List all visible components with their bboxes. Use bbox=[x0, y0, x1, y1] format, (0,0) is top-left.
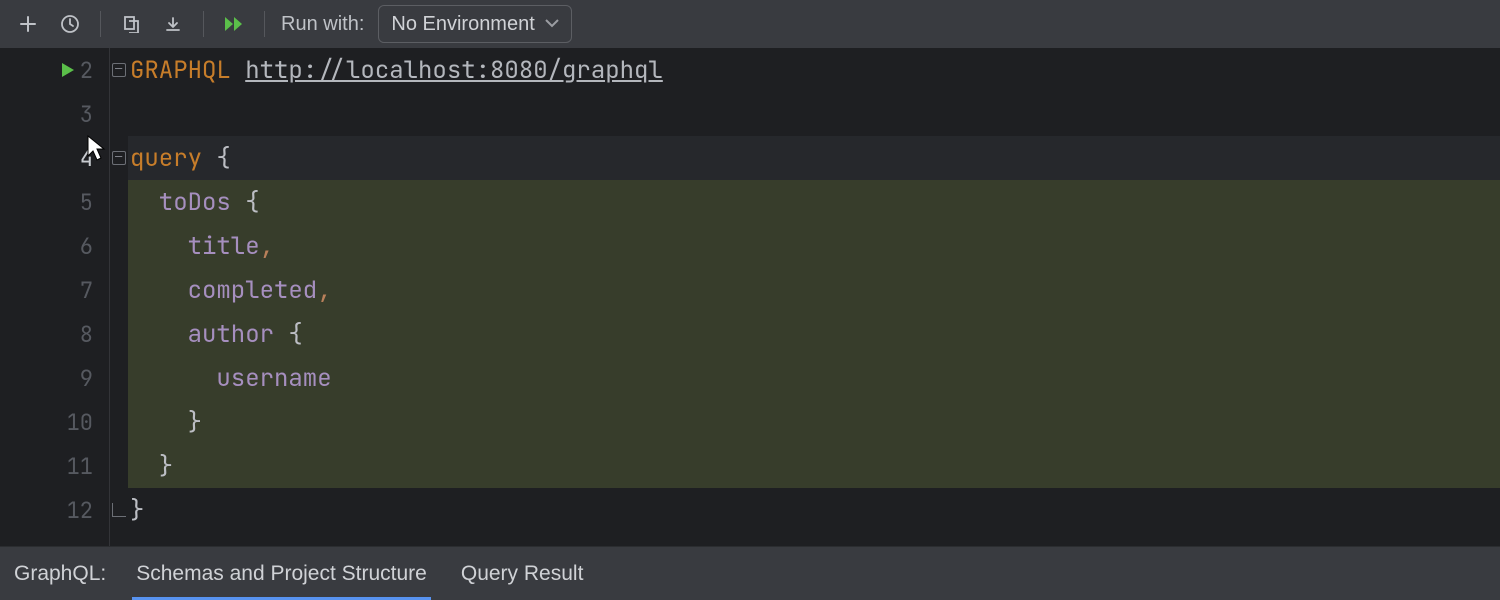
token: username bbox=[130, 363, 332, 394]
gutter-row: 3 bbox=[0, 92, 109, 136]
http-method: GRAPHQL bbox=[130, 55, 231, 86]
gutter-row: 9 bbox=[0, 356, 109, 400]
line-number: 2 bbox=[80, 56, 93, 85]
line-number: 10 bbox=[67, 408, 93, 437]
copy-icon bbox=[122, 15, 140, 33]
environment-selected: No Environment bbox=[391, 13, 534, 36]
code-line[interactable]: } bbox=[128, 400, 1500, 444]
line-number: 8 bbox=[80, 320, 93, 349]
line-number: 5 bbox=[80, 188, 93, 217]
token: , bbox=[317, 275, 331, 306]
line-number: 9 bbox=[80, 364, 93, 393]
history-button[interactable] bbox=[52, 6, 88, 42]
gutter-row: 10 bbox=[0, 400, 109, 444]
toolbar: Run with: No Environment bbox=[0, 0, 1500, 48]
fold-handle[interactable] bbox=[112, 63, 126, 77]
panel-title: GraphQL: bbox=[14, 562, 106, 586]
code-line[interactable]: query { bbox=[128, 136, 1500, 180]
run-with-label: Run with: bbox=[281, 13, 364, 36]
gutter: 2 3 4 5 6 7 8 9 10 11 12 bbox=[0, 48, 110, 546]
copy-button[interactable] bbox=[113, 6, 149, 42]
run-line-button[interactable] bbox=[58, 60, 78, 80]
code-line[interactable] bbox=[128, 92, 1500, 136]
clock-icon bbox=[60, 14, 80, 34]
gutter-row: 5 bbox=[0, 180, 109, 224]
gutter-row: 12 bbox=[0, 488, 109, 532]
token: { bbox=[202, 143, 231, 174]
separator bbox=[264, 11, 265, 37]
gutter-row: 11 bbox=[0, 444, 109, 488]
tab-label: Query Result bbox=[461, 562, 584, 586]
token: toDos bbox=[130, 187, 231, 218]
double-play-icon bbox=[223, 15, 245, 33]
gutter-row: 8 bbox=[0, 312, 109, 356]
token: { bbox=[231, 187, 260, 218]
code-line[interactable]: GRAPHQL http://localhost:8080/graphql bbox=[128, 48, 1500, 92]
code-editor[interactable]: 2 3 4 5 6 7 8 9 10 11 12 GRAPH bbox=[0, 48, 1500, 546]
tab-label: Schemas and Project Structure bbox=[136, 562, 427, 586]
gutter-row: 4 bbox=[0, 136, 109, 180]
token: completed bbox=[130, 275, 317, 306]
line-number: 11 bbox=[67, 452, 93, 481]
separator bbox=[100, 11, 101, 37]
import-icon bbox=[164, 15, 182, 33]
code-content[interactable]: GRAPHQL http://localhost:8080/graphql qu… bbox=[128, 48, 1500, 546]
chevron-down-icon bbox=[545, 19, 559, 29]
gutter-row: 7 bbox=[0, 268, 109, 312]
token: query bbox=[130, 143, 202, 174]
line-number: 4 bbox=[80, 144, 93, 173]
code-line[interactable]: } bbox=[128, 444, 1500, 488]
run-all-button[interactable] bbox=[216, 6, 252, 42]
token: } bbox=[130, 451, 173, 482]
fold-handle[interactable] bbox=[112, 151, 126, 165]
line-number: 6 bbox=[80, 232, 93, 261]
code-line[interactable]: completed, bbox=[128, 268, 1500, 312]
request-url[interactable]: http://localhost:8080/graphql bbox=[245, 55, 663, 86]
line-number: 12 bbox=[67, 496, 93, 525]
play-icon bbox=[61, 62, 75, 78]
code-line[interactable]: author { bbox=[128, 312, 1500, 356]
import-button[interactable] bbox=[155, 6, 191, 42]
code-line[interactable]: } bbox=[128, 488, 1500, 532]
add-button[interactable] bbox=[10, 6, 46, 42]
token: } bbox=[130, 495, 144, 526]
plus-icon bbox=[19, 15, 37, 33]
gutter-row: 2 bbox=[0, 48, 109, 92]
gutter-row: 6 bbox=[0, 224, 109, 268]
token: , bbox=[260, 231, 274, 262]
code-line[interactable]: username bbox=[128, 356, 1500, 400]
environment-dropdown[interactable]: No Environment bbox=[378, 5, 571, 43]
line-number: 3 bbox=[80, 100, 93, 129]
bottom-panel: GraphQL: Schemas and Project Structure Q… bbox=[0, 546, 1500, 600]
code-line[interactable]: toDos { bbox=[128, 180, 1500, 224]
line-number: 7 bbox=[80, 276, 93, 305]
tab-schemas[interactable]: Schemas and Project Structure bbox=[132, 547, 431, 600]
token: } bbox=[130, 407, 202, 438]
code-line[interactable]: title, bbox=[128, 224, 1500, 268]
token: { bbox=[274, 319, 303, 350]
tab-query-result[interactable]: Query Result bbox=[457, 547, 588, 600]
separator bbox=[203, 11, 204, 37]
fold-column bbox=[110, 48, 128, 546]
token: author bbox=[130, 319, 274, 350]
fold-handle-end[interactable] bbox=[112, 503, 126, 517]
token: title bbox=[130, 231, 260, 262]
